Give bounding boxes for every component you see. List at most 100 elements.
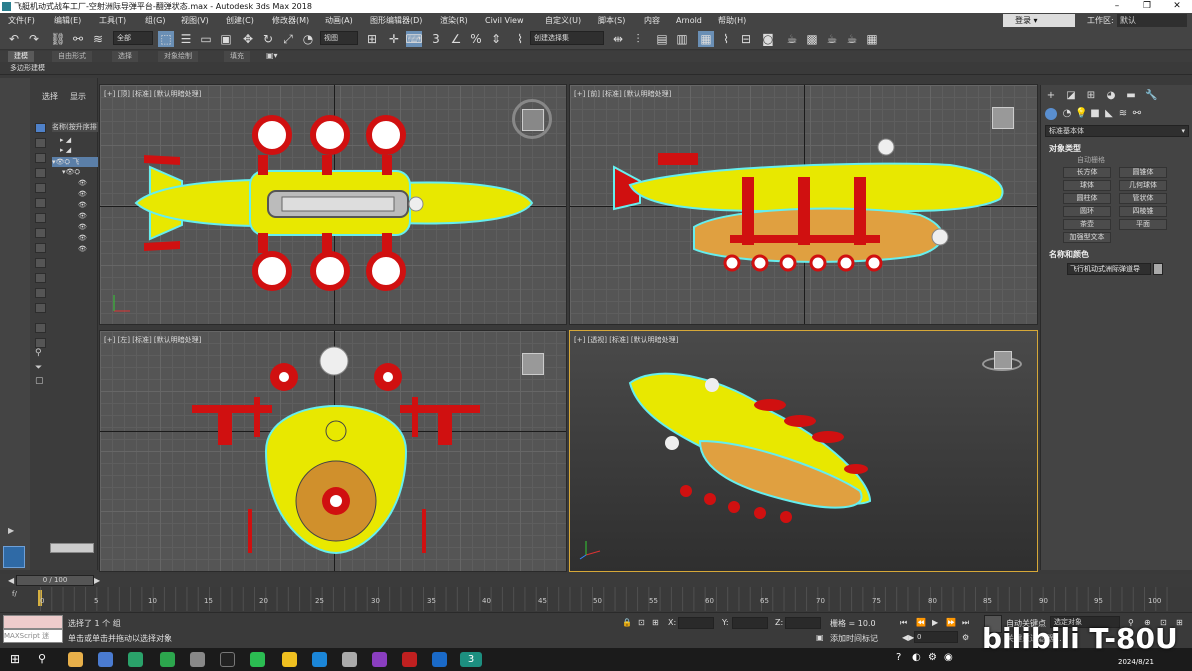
select-manipulate-icon[interactable]: ✛ — [386, 31, 402, 47]
scale-icon[interactable]: ⤢ — [280, 31, 296, 47]
motion-tab-icon[interactable]: ◕ — [1105, 90, 1117, 102]
schematic-view-icon[interactable]: ⊟ — [738, 31, 754, 47]
search-icon[interactable]: ⚲ — [38, 652, 46, 665]
tray-icon-4[interactable]: ◉ — [944, 652, 953, 663]
tree-row-3[interactable]: ▾👁⛭ — [62, 168, 80, 177]
app-icon-12[interactable] — [402, 652, 417, 667]
viewport-perspective[interactable]: [+] [透视] [标准] [默认明暗处理] — [569, 330, 1038, 572]
place-icon[interactable]: ◔ — [300, 31, 316, 47]
cylinder-button[interactable]: 圆柱体 — [1063, 193, 1111, 204]
plane-button[interactable]: 平面 — [1119, 219, 1167, 230]
redo-icon[interactable]: ↷ — [26, 31, 42, 47]
filter-containers-icon[interactable] — [35, 258, 46, 268]
airship-left-view[interactable] — [100, 331, 567, 572]
percent-snap-icon[interactable]: % — [468, 31, 484, 47]
tree-row-selected[interactable]: ▾👁⛭ 飞 — [52, 157, 98, 167]
unlink-icon[interactable]: ⚯ — [70, 31, 86, 47]
tray-icon-2[interactable]: ◐ — [912, 652, 921, 663]
curve-editor-icon[interactable]: ⌇ — [718, 31, 734, 47]
timeline-ruler[interactable]: f/ 0 5 10 15 20 25 30 35 40 45 50 55 60 … — [0, 587, 1192, 611]
selection-filter-dropdown[interactable]: 全部 — [113, 31, 153, 45]
lights-icon[interactable]: 💡 — [1075, 108, 1087, 120]
tree-row-8[interactable]: 👁 — [78, 223, 87, 231]
box-button[interactable]: 长方体 — [1063, 167, 1111, 178]
move-icon[interactable]: ✥ — [240, 31, 256, 47]
viewport-top[interactable]: [+] [顶] [标准] [默认明暗处理] — [99, 84, 567, 325]
help-tray-icon[interactable]: ? — [896, 652, 901, 663]
scene-column-header[interactable]: 名称(按升序排 — [52, 122, 98, 132]
edge-icon[interactable] — [312, 652, 327, 667]
explorer-icon[interactable] — [68, 652, 83, 667]
angle-snap-icon[interactable]: ∠ — [448, 31, 464, 47]
ribbon-subpanel[interactable]: 多边形建模 — [0, 62, 1192, 75]
menu-edit[interactable]: 编辑(E) — [54, 13, 81, 28]
scene-scrollbar[interactable] — [50, 543, 94, 553]
menu-view[interactable]: 视图(V) — [181, 13, 209, 28]
app-icon-2[interactable] — [98, 652, 113, 667]
align-icon[interactable]: ⫶ — [630, 31, 646, 47]
filter-frozen-icon[interactable] — [35, 273, 46, 283]
z-field[interactable] — [785, 617, 821, 629]
hierarchy-tab-icon[interactable]: ⊞ — [1085, 90, 1097, 102]
spacewarps-icon[interactable]: ≋ — [1117, 108, 1129, 120]
app-icon-4[interactable] — [160, 652, 175, 667]
add-time-tag[interactable]: 添加时间标记 — [830, 633, 878, 644]
tree-row-6[interactable]: 👁 — [78, 201, 87, 209]
keyboard-shortcut-icon[interactable]: ⌨ — [405, 31, 423, 47]
ribbon-tab-freeform[interactable]: 自由形式 — [52, 51, 92, 62]
transform-mode-icon[interactable]: ⊞ — [652, 618, 659, 627]
select-by-name-icon[interactable]: ☰ — [178, 31, 194, 47]
render-iterative-icon[interactable]: ☕ — [844, 31, 860, 47]
render-online-icon[interactable]: ▦ — [864, 31, 880, 47]
expand-arrow-icon[interactable]: ▶ — [8, 526, 14, 535]
viewport-layout-icon[interactable] — [3, 546, 25, 568]
filter-all-icon[interactable] — [35, 303, 46, 313]
scene-tab-select[interactable]: 选择 — [42, 91, 58, 102]
ribbon-tab-populate[interactable]: 填充 — [224, 51, 250, 62]
select-object-icon[interactable]: ⬚ — [158, 31, 174, 47]
maxscript-listener-top[interactable] — [3, 615, 63, 629]
geosphere-button[interactable]: 几何球体 — [1119, 180, 1167, 191]
menu-content[interactable]: 内容 — [644, 13, 660, 28]
rect-selection-icon[interactable]: ▭ — [198, 31, 214, 47]
geometry-type-dropdown[interactable]: 标准基本体 ▾ — [1045, 125, 1189, 137]
viewport-left[interactable]: [+] [左] [标准] [默认明暗处理] — [99, 330, 567, 572]
object-type-header[interactable]: 对象类型 — [1049, 143, 1081, 154]
go-to-end-icon[interactable]: ⏭ — [962, 618, 969, 628]
app-icon-8[interactable] — [282, 652, 297, 667]
isolate-icon[interactable]: ⊡ — [638, 618, 645, 627]
filter-lights-icon[interactable] — [35, 153, 46, 163]
textplus-button[interactable]: 加强型文本 — [1063, 232, 1111, 243]
filter-xrefs-icon[interactable] — [35, 228, 46, 238]
filter-groups-icon[interactable] — [35, 213, 46, 223]
edit-named-sel-icon[interactable]: ⌇ — [512, 31, 528, 47]
menu-rendering[interactable]: 渲染(R) — [440, 13, 468, 28]
systems-icon[interactable]: ⚯ — [1131, 108, 1143, 120]
snap-3d-icon[interactable]: 3 — [428, 31, 444, 47]
app-icon-3[interactable] — [128, 652, 143, 667]
menu-group[interactable]: 组(G) — [145, 13, 165, 28]
bind-spacewarp-icon[interactable]: ≋ — [90, 31, 106, 47]
filter-cameras-icon[interactable] — [35, 168, 46, 178]
filter-shapes-icon[interactable] — [35, 138, 46, 148]
time-config-icon[interactable]: ⚙ — [962, 633, 969, 642]
link-icon[interactable]: ⛓ — [50, 31, 66, 47]
app-icon-5[interactable] — [190, 652, 205, 667]
layer-explorer-icon[interactable]: ▥ — [674, 31, 690, 47]
menu-file[interactable]: 文件(F) — [8, 13, 35, 28]
render-production-icon[interactable]: ☕ — [824, 31, 840, 47]
tree-row-10[interactable]: 👁 — [78, 245, 87, 253]
name-color-header[interactable]: 名称和颜色 — [1049, 249, 1089, 260]
cone-button[interactable]: 圆锥体 — [1119, 167, 1167, 178]
scene-explorer-icon[interactable]: ▤ — [654, 31, 670, 47]
tree-row-7[interactable]: 👁 — [78, 212, 87, 220]
y-field[interactable] — [732, 617, 768, 629]
tray-icon-3[interactable]: ⚙ — [928, 652, 937, 663]
menu-civil-view[interactable]: Civil View — [485, 13, 524, 28]
named-selection-dropdown[interactable]: 创建选择集 — [530, 31, 604, 45]
viewport-front[interactable]: [+] [前] [标准] [默认明暗处理] — [569, 84, 1038, 325]
filter-funnel-icon[interactable]: ⏷ — [35, 363, 46, 373]
filter-bones-icon[interactable] — [35, 243, 46, 253]
play-icon[interactable]: ▶ — [932, 618, 938, 627]
time-prev-icon[interactable]: ◀ — [8, 576, 14, 585]
